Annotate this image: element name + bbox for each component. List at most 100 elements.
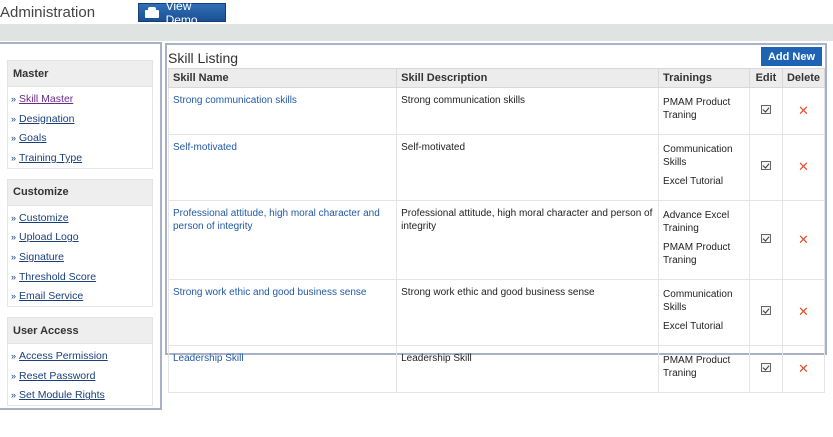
top-header: Administration View Demo <box>0 0 833 27</box>
sidebar-section-title: User Access <box>7 317 153 345</box>
sidebar-link[interactable]: Customize <box>19 212 69 224</box>
demo-icon <box>144 6 160 19</box>
skill-table: Skill Name Skill Description Trainings E… <box>167 68 826 393</box>
training-item: PMAM Product Traning <box>663 97 731 121</box>
table-row: Leadership Skill Leadership Skill PMAM P… <box>167 345 826 393</box>
trainings-cell: Communication Skills Excel Tutorial <box>658 134 750 201</box>
bullet-icon: » <box>11 152 17 163</box>
table-row: Self-motivated Self-motivated Communicat… <box>167 134 826 201</box>
training-item: Excel Tutorial <box>663 176 724 187</box>
page-title: Skill Listing <box>168 50 239 66</box>
bullet-icon: » <box>11 390 17 401</box>
column-header-edit: Edit <box>748 68 783 88</box>
sidebar-link[interactable]: Skill Master <box>19 93 73 105</box>
edit-cell <box>748 134 783 201</box>
skill-name-link[interactable]: Professional attitude, high moral charac… <box>167 200 398 280</box>
sidebar: Master » Skill Master » Designation » Goals… <box>0 42 162 410</box>
sidebar-section-title: Master <box>7 60 153 87</box>
column-header-skill-name[interactable]: Skill Name <box>167 68 398 88</box>
bullet-icon: » <box>11 370 17 381</box>
table-header-row: Skill Name Skill Description Trainings E… <box>167 68 826 88</box>
sidebar-item-email-service[interactable]: » Email Service <box>8 287 152 307</box>
sidebar-section-customize: Customize » Customize » Upload Logo » Signa… <box>7 178 153 308</box>
delete-cell: ✕ <box>781 134 826 201</box>
sidebar-link[interactable]: Access Permission <box>19 350 108 362</box>
training-item: Communication Skills <box>663 144 733 168</box>
skill-name-link[interactable]: Self-motivated <box>167 134 398 201</box>
skill-name-link[interactable]: Strong communication skills <box>167 87 398 135</box>
edit-checkbox-icon[interactable] <box>760 161 771 170</box>
delete-cell: ✕ <box>781 87 826 135</box>
edit-checkbox-icon[interactable] <box>760 306 771 315</box>
delete-cell: ✕ <box>781 345 826 393</box>
sidebar-item-designation[interactable]: » Designation <box>8 109 152 129</box>
table-row: Strong work ethic and good business sens… <box>167 279 826 346</box>
sidebar-item-skill-master[interactable]: » Skill Master <box>8 89 152 109</box>
sidebar-link[interactable]: Signature <box>19 251 64 263</box>
bullet-icon: » <box>11 212 17 223</box>
skill-description: Strong work ethic and good business sens… <box>396 279 660 346</box>
training-item: Excel Tutorial <box>663 321 724 332</box>
skill-name-link[interactable]: Strong work ethic and good business sens… <box>167 279 398 346</box>
sidebar-item-set-module-rights[interactable]: » Set Module Rights <box>8 386 152 406</box>
bullet-icon: » <box>11 271 17 282</box>
skill-description: Strong communication skills <box>396 87 660 135</box>
bullet-icon: » <box>11 291 17 302</box>
edit-checkbox-icon[interactable] <box>760 104 771 114</box>
edit-cell <box>748 279 783 346</box>
skill-listing-panel: Skill Listing Add New Skill Name Skill D… <box>165 43 827 393</box>
edit-checkbox-icon[interactable] <box>760 233 771 243</box>
sidebar-link[interactable]: Threshold Score <box>19 271 96 283</box>
sidebar-item-signature[interactable]: » Signature <box>8 247 152 267</box>
trainings-cell: PMAM Product Traning <box>658 87 750 135</box>
training-item: PMAM Product Traning <box>663 242 731 266</box>
skill-description: Professional attitude, high moral charac… <box>396 200 660 280</box>
delete-cell: ✕ <box>781 200 826 280</box>
edit-cell <box>748 345 783 393</box>
delete-cell: ✕ <box>781 279 826 346</box>
sidebar-item-goals[interactable]: » Goals <box>8 128 152 148</box>
sidebar-link[interactable]: Email Service <box>19 290 83 302</box>
delete-x-icon[interactable]: ✕ <box>798 159 809 174</box>
sidebar-link[interactable]: Designation <box>19 113 74 125</box>
sidebar-link[interactable]: Goals <box>19 132 46 144</box>
sidebar-item-access-permission[interactable]: » Access Permission <box>8 346 152 366</box>
skill-description: Leadership Skill <box>396 345 660 393</box>
bullet-icon: » <box>11 351 17 362</box>
table-row: Strong communication skills Strong commu… <box>167 87 826 135</box>
sidebar-item-training-type[interactable]: » Training Type <box>8 148 152 168</box>
sidebar-link[interactable]: Upload Logo <box>19 231 79 243</box>
training-item: Communication Skills <box>663 289 733 313</box>
sidebar-item-reset-password[interactable]: » Reset Password <box>8 366 152 386</box>
add-new-button[interactable]: Add New <box>761 47 822 66</box>
sidebar-link[interactable]: Training Type <box>19 152 82 164</box>
delete-x-icon[interactable]: ✕ <box>798 103 809 118</box>
sidebar-link[interactable]: Set Module Rights <box>19 389 105 401</box>
sidebar-section-user-access: User Access » Access Permission » Reset Pa… <box>7 317 153 407</box>
edit-cell <box>748 87 783 135</box>
header-divider-bar <box>0 24 833 41</box>
sidebar-link[interactable]: Reset Password <box>19 370 95 382</box>
skill-description: Self-motivated <box>396 134 660 201</box>
sidebar-item-customize[interactable]: » Customize <box>8 208 152 228</box>
bullet-icon: » <box>11 113 17 124</box>
column-header-skill-description[interactable]: Skill Description <box>396 68 660 88</box>
skill-name-link[interactable]: Leadership Skill <box>167 345 398 393</box>
edit-checkbox-icon[interactable] <box>760 362 771 372</box>
delete-x-icon[interactable]: ✕ <box>798 361 809 376</box>
training-item: Advance Excel Training <box>663 210 730 234</box>
sidebar-section-title: Customize <box>7 178 153 206</box>
bullet-icon: » <box>11 93 17 104</box>
sidebar-item-upload-logo[interactable]: » Upload Logo <box>8 227 152 247</box>
bullet-icon: » <box>11 133 17 144</box>
bullet-icon: » <box>11 251 17 262</box>
delete-x-icon[interactable]: ✕ <box>798 304 809 319</box>
view-demo-button[interactable]: View Demo <box>138 0 226 27</box>
delete-x-icon[interactable]: ✕ <box>798 232 809 247</box>
sidebar-item-threshold-score[interactable]: » Threshold Score <box>8 267 152 287</box>
trainings-cell: PMAM Product Traning <box>658 345 750 393</box>
column-header-delete: Delete <box>781 68 826 88</box>
trainings-cell: Advance Excel Training PMAM Product Tran… <box>658 200 750 280</box>
column-header-trainings[interactable]: Trainings <box>658 68 750 88</box>
edit-cell <box>748 200 783 280</box>
